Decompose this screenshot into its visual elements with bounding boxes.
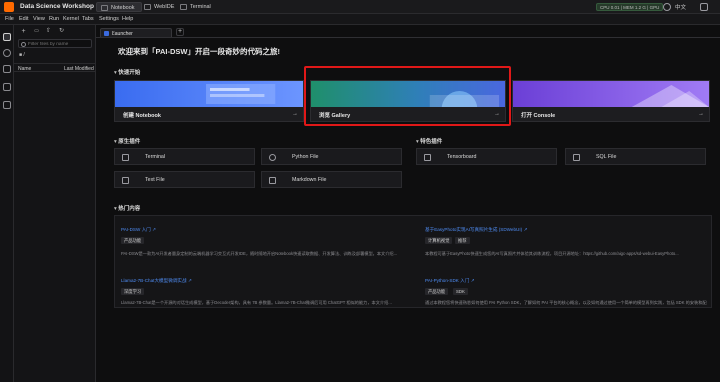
section-special-plugins[interactable]: 特色插件 [416, 137, 442, 145]
file-list-header: Name Last Modified [14, 63, 96, 72]
text-file-card[interactable]: Text File [114, 171, 255, 188]
python-file-card[interactable]: Python File [261, 148, 402, 165]
create-notebook-label: 创建 Notebook [123, 113, 161, 119]
markdown-icon [269, 177, 276, 184]
menu-file[interactable]: File [5, 16, 14, 22]
launcher-icon [104, 31, 109, 36]
hot-content-panel: PAI-DSW 入门 ↗ 产品功能 PAI-DSW是一款为AI开发者量身定制的云… [114, 215, 712, 308]
terminal-card[interactable]: Terminal [114, 148, 255, 165]
section-quickstart[interactable]: 快速开始 [114, 68, 140, 76]
activity-rail [0, 25, 14, 382]
tab-terminal[interactable]: Terminal [176, 2, 217, 12]
tab-launcher[interactable]: Launcher × [100, 28, 172, 37]
console-banner-image [513, 81, 709, 107]
menu-run[interactable]: Run [49, 16, 59, 22]
highlight-box [304, 66, 511, 126]
section-native-plugins[interactable]: 原生插件 [114, 137, 140, 145]
arrow-right-icon: → [292, 111, 298, 117]
database-icon [573, 154, 580, 161]
tag: SDK [453, 288, 468, 295]
command-icon[interactable] [3, 65, 11, 73]
menu-view[interactable]: View [33, 16, 45, 22]
new-launcher-icon[interactable]: + [20, 28, 27, 35]
filter-input[interactable] [28, 41, 90, 47]
top-bar: Data Science Workshop Notebook WebIDE Te… [0, 0, 720, 14]
extension-icon[interactable] [3, 83, 11, 91]
close-icon[interactable]: × [112, 30, 168, 36]
menu-tabs[interactable]: Tabs [82, 16, 94, 22]
logo-icon [4, 2, 14, 12]
tag: 推荐 [455, 237, 470, 244]
markdown-file-card[interactable]: Markdown File [261, 171, 402, 188]
file-browser: + ▭ ⇧ ↻ ■ / Name Last Modified [14, 25, 96, 382]
section-hot-content[interactable]: 热门内容 [114, 204, 140, 212]
new-folder-icon[interactable]: ▭ [33, 28, 40, 35]
column-name[interactable]: Name [18, 66, 31, 72]
search-icon [21, 41, 26, 47]
tab-webide[interactable]: WebIDE [140, 2, 180, 12]
code-icon [144, 4, 151, 10]
tag: 产品功能 [121, 237, 145, 244]
notebook-banner-image [115, 81, 303, 107]
python-icon [269, 154, 276, 161]
menu-help[interactable]: Help [122, 16, 133, 22]
chart-icon [424, 154, 431, 161]
menu-edit[interactable]: Edit [19, 16, 28, 22]
resource-badge[interactable]: CPU 0.01 | MEM 1.2 G | GPU [596, 3, 664, 11]
add-tab-button[interactable]: + [176, 28, 184, 36]
create-notebook-card[interactable]: 创建 Notebook → [114, 80, 304, 122]
tag: 产品功能 [425, 288, 449, 295]
hot-item-desc: 通过本教程您将快速熟悉如何使用 PAI Python SDK，了解如何 PAI … [425, 300, 707, 305]
tensorboard-card[interactable]: Tensorboard [416, 148, 557, 165]
file-filter[interactable] [18, 39, 92, 48]
breadcrumb[interactable]: ■ / [19, 52, 25, 58]
code-icon[interactable] [3, 101, 11, 109]
tag: 深度学习 [121, 288, 145, 295]
tag: 计算机视觉 [425, 237, 453, 244]
menu-kernel[interactable]: Kernel [63, 16, 79, 22]
terminal-icon [180, 4, 187, 10]
arrow-right-icon: → [698, 111, 704, 117]
column-modified[interactable]: Last Modified [64, 66, 94, 72]
upload-icon[interactable]: ⇧ [45, 28, 52, 35]
running-icon[interactable] [3, 49, 11, 57]
open-console-card[interactable]: 打开 Console → [512, 80, 710, 122]
welcome-title: 欢迎来到「PAI-DSW」开启一段奇妙的代码之旅! [118, 47, 280, 56]
hot-item-desc: PAI-DSW是一款为AI开发者量身定制的云端机器学习交互式开发IDE，随时随地… [121, 251, 398, 256]
user-avatar[interactable] [663, 3, 671, 11]
notebook-icon [101, 5, 108, 11]
hot-item-desc: Llama2-7B-Chat是一个开源的对话生成模型，基于Decoder架构，具… [121, 300, 392, 305]
hot-item-link[interactable]: PAI-DSW 入门 ↗ [121, 227, 156, 233]
tab-divider [96, 37, 720, 38]
sql-file-card[interactable]: SQL File [565, 148, 706, 165]
tab-notebook[interactable]: Notebook [96, 2, 142, 12]
menu-bar: File Edit View Run Kernel Tabs Settings … [0, 14, 720, 25]
help-icon[interactable] [700, 3, 708, 11]
hot-item-link[interactable]: Llama2-7B-Chat大模型微调实战 ↗ [121, 278, 192, 284]
hot-item-desc: 本教程可基于EasyPhoto快速生成您的AI写真照片并体验其训练流程，项目开源… [425, 251, 679, 256]
terminal-icon [122, 154, 129, 161]
open-console-label: 打开 Console [521, 113, 556, 119]
folder-icon[interactable] [3, 33, 11, 41]
language-switch[interactable]: 中文 [675, 3, 686, 11]
text-file-icon [122, 177, 129, 184]
hot-item-link[interactable]: 基于EasyPhoto实现AI写真照片生成 (SDWebUI) ↗ [425, 227, 527, 233]
hot-item-link[interactable]: PAI-Python-SDK 入门 ↗ [425, 278, 474, 284]
menu-settings[interactable]: Settings [99, 16, 119, 22]
refresh-icon[interactable]: ↻ [58, 28, 65, 35]
app-title: Data Science Workshop [20, 3, 94, 10]
